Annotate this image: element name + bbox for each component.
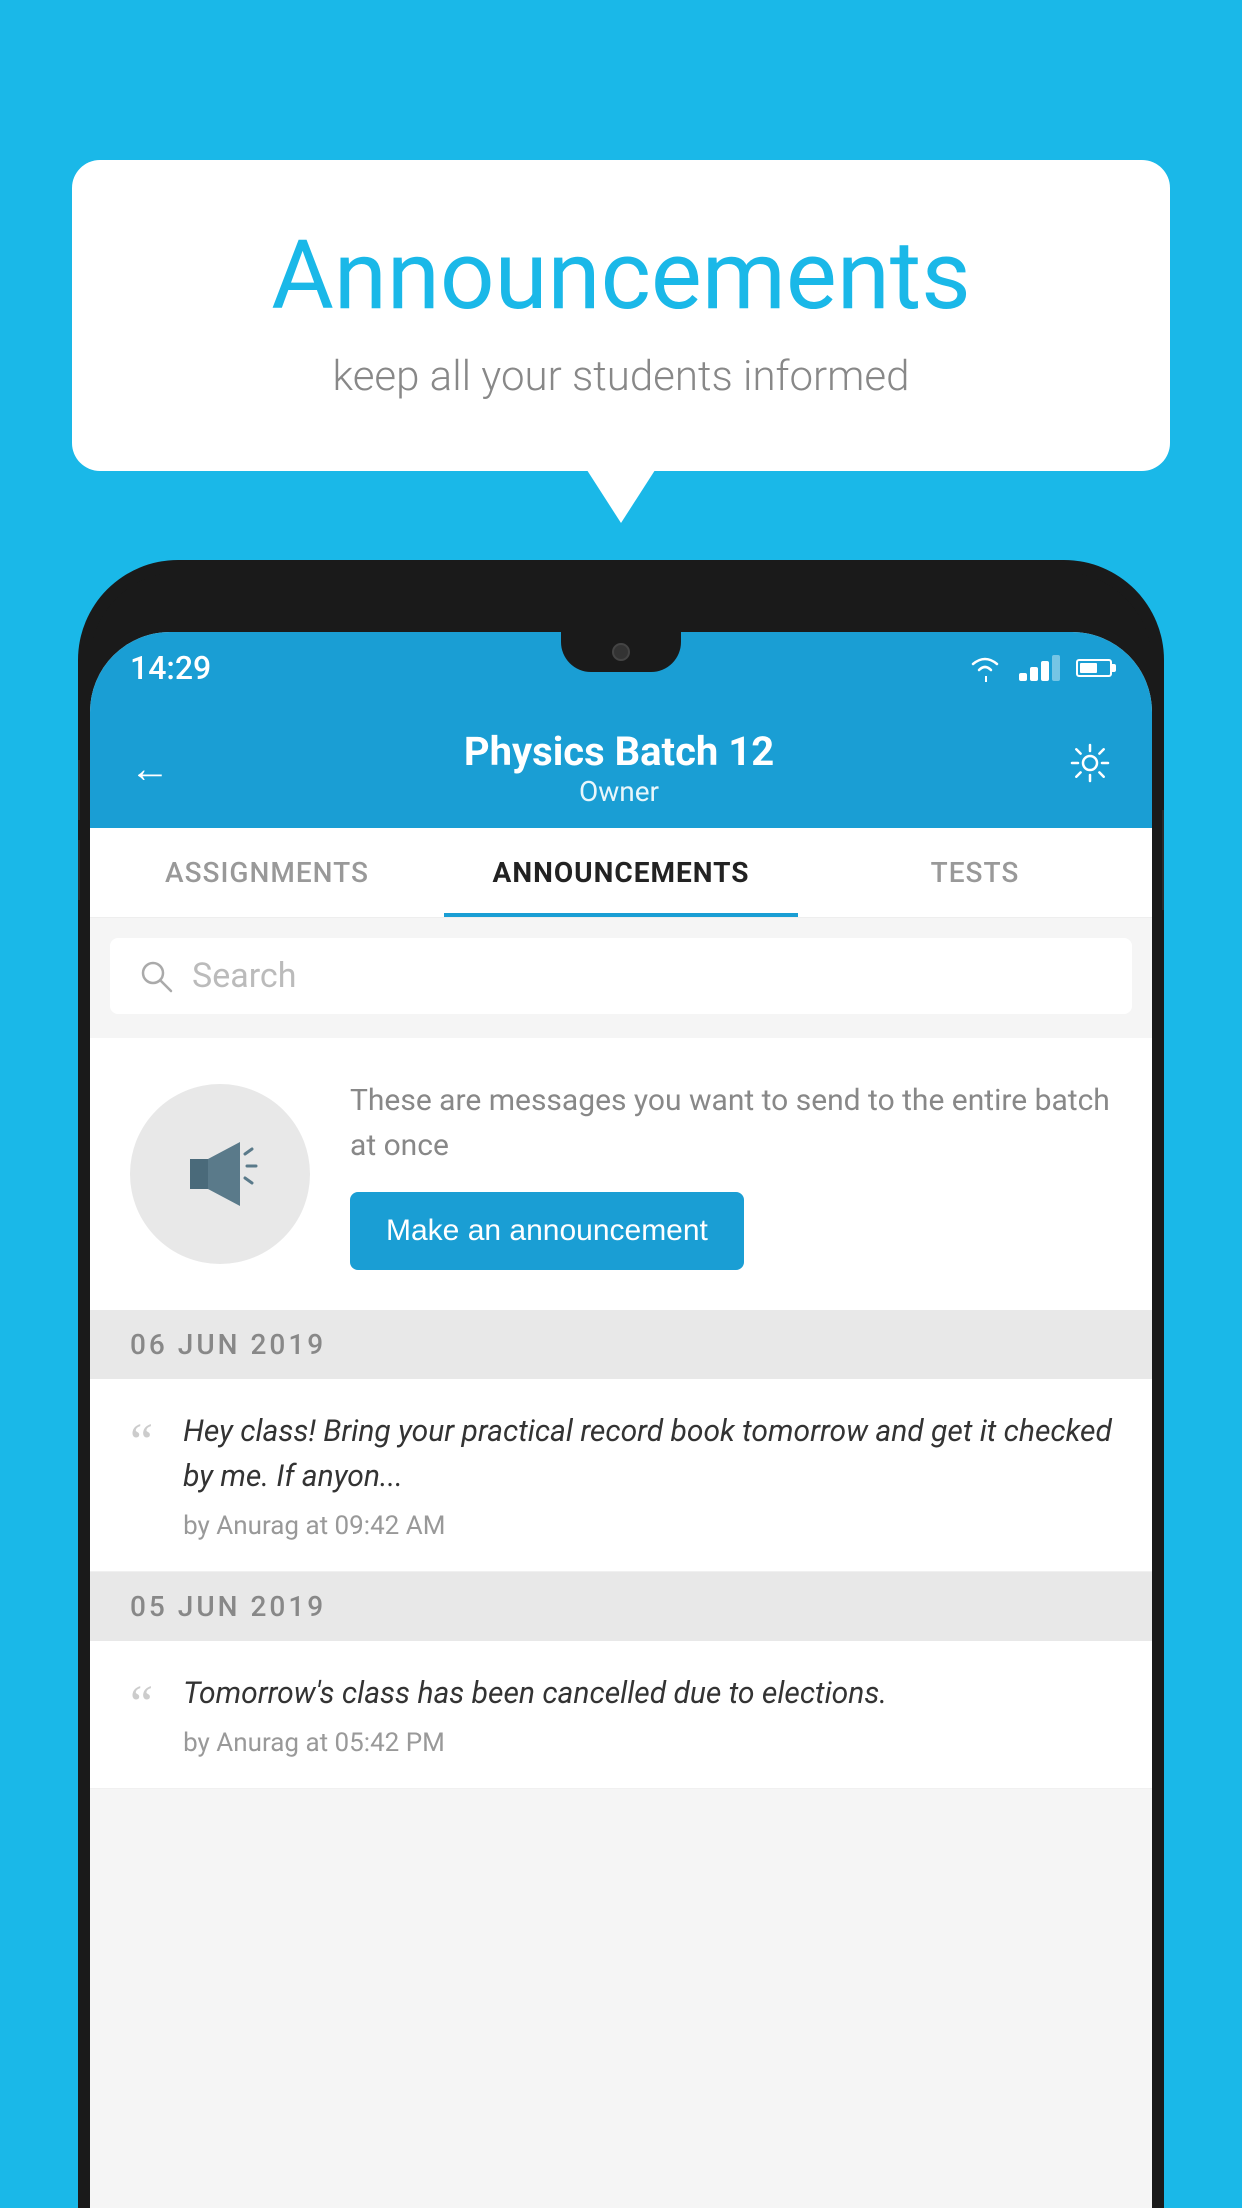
quote-icon-1: “ (130, 1417, 153, 1469)
volume-up-button (78, 760, 80, 820)
search-placeholder: Search (192, 956, 296, 996)
date-divider-2: 05 JUN 2019 (90, 1572, 1152, 1641)
batch-role: Owner (464, 775, 774, 808)
date-divider-1: 06 JUN 2019 (90, 1310, 1152, 1379)
announcement-item-1: “ Hey class! Bring your practical record… (90, 1379, 1152, 1572)
front-camera (612, 643, 630, 661)
wifi-icon (967, 654, 1003, 682)
announcement-meta-2: by Anurag at 05:42 PM (183, 1728, 1112, 1758)
promo-description: These are messages you want to send to t… (350, 1078, 1112, 1168)
app-header: ← Physics Batch 12 Owner (90, 704, 1152, 828)
megaphone-icon (170, 1124, 270, 1224)
main-title: Announcements (152, 220, 1090, 332)
announcement-text-1: Hey class! Bring your practical record b… (183, 1409, 1112, 1499)
tab-assignments[interactable]: ASSIGNMENTS (90, 828, 444, 917)
phone-inner: 14:29 (90, 572, 1152, 2208)
phone-frame: 14:29 (78, 560, 1164, 2208)
speech-bubble-card: Announcements keep all your students inf… (72, 160, 1170, 471)
phone-screen: 14:29 (90, 632, 1152, 2208)
screen-body: Search These (90, 918, 1152, 2208)
announcement-promo: These are messages you want to send to t… (90, 1038, 1152, 1310)
make-announcement-button[interactable]: Make an announcement (350, 1192, 744, 1270)
announcement-content-1: Hey class! Bring your practical record b… (183, 1409, 1112, 1541)
settings-button[interactable] (1068, 741, 1112, 795)
status-icons (967, 654, 1112, 682)
search-icon (138, 958, 174, 994)
battery-icon (1076, 659, 1112, 677)
power-button (1162, 810, 1164, 910)
announcement-item-2: “ Tomorrow's class has been cancelled du… (90, 1641, 1152, 1789)
announcement-text-2: Tomorrow's class has been cancelled due … (183, 1671, 1112, 1716)
tabs-bar: ASSIGNMENTS ANNOUNCEMENTS TESTS (90, 828, 1152, 918)
promo-content: These are messages you want to send to t… (350, 1078, 1112, 1270)
promo-icon-circle (130, 1084, 310, 1264)
quote-icon-2: “ (130, 1679, 153, 1731)
announcement-meta-1: by Anurag at 09:42 AM (183, 1511, 1112, 1541)
back-button[interactable]: ← (130, 745, 170, 792)
volume-down-button (78, 840, 80, 900)
header-title-group: Physics Batch 12 Owner (464, 728, 774, 808)
tab-tests[interactable]: TESTS (798, 828, 1152, 917)
signal-icon (1019, 655, 1060, 681)
tab-announcements[interactable]: ANNOUNCEMENTS (444, 828, 798, 917)
status-bar: 14:29 (90, 632, 1152, 704)
main-subtitle: keep all your students informed (152, 352, 1090, 401)
speech-bubble-section: Announcements keep all your students inf… (72, 160, 1170, 471)
batch-title: Physics Batch 12 (464, 728, 774, 775)
status-time: 14:29 (130, 649, 211, 687)
announcement-content-2: Tomorrow's class has been cancelled due … (183, 1671, 1112, 1758)
search-bar[interactable]: Search (110, 938, 1132, 1014)
battery-fill (1080, 663, 1097, 673)
gear-icon (1068, 741, 1112, 785)
notch (561, 632, 681, 672)
